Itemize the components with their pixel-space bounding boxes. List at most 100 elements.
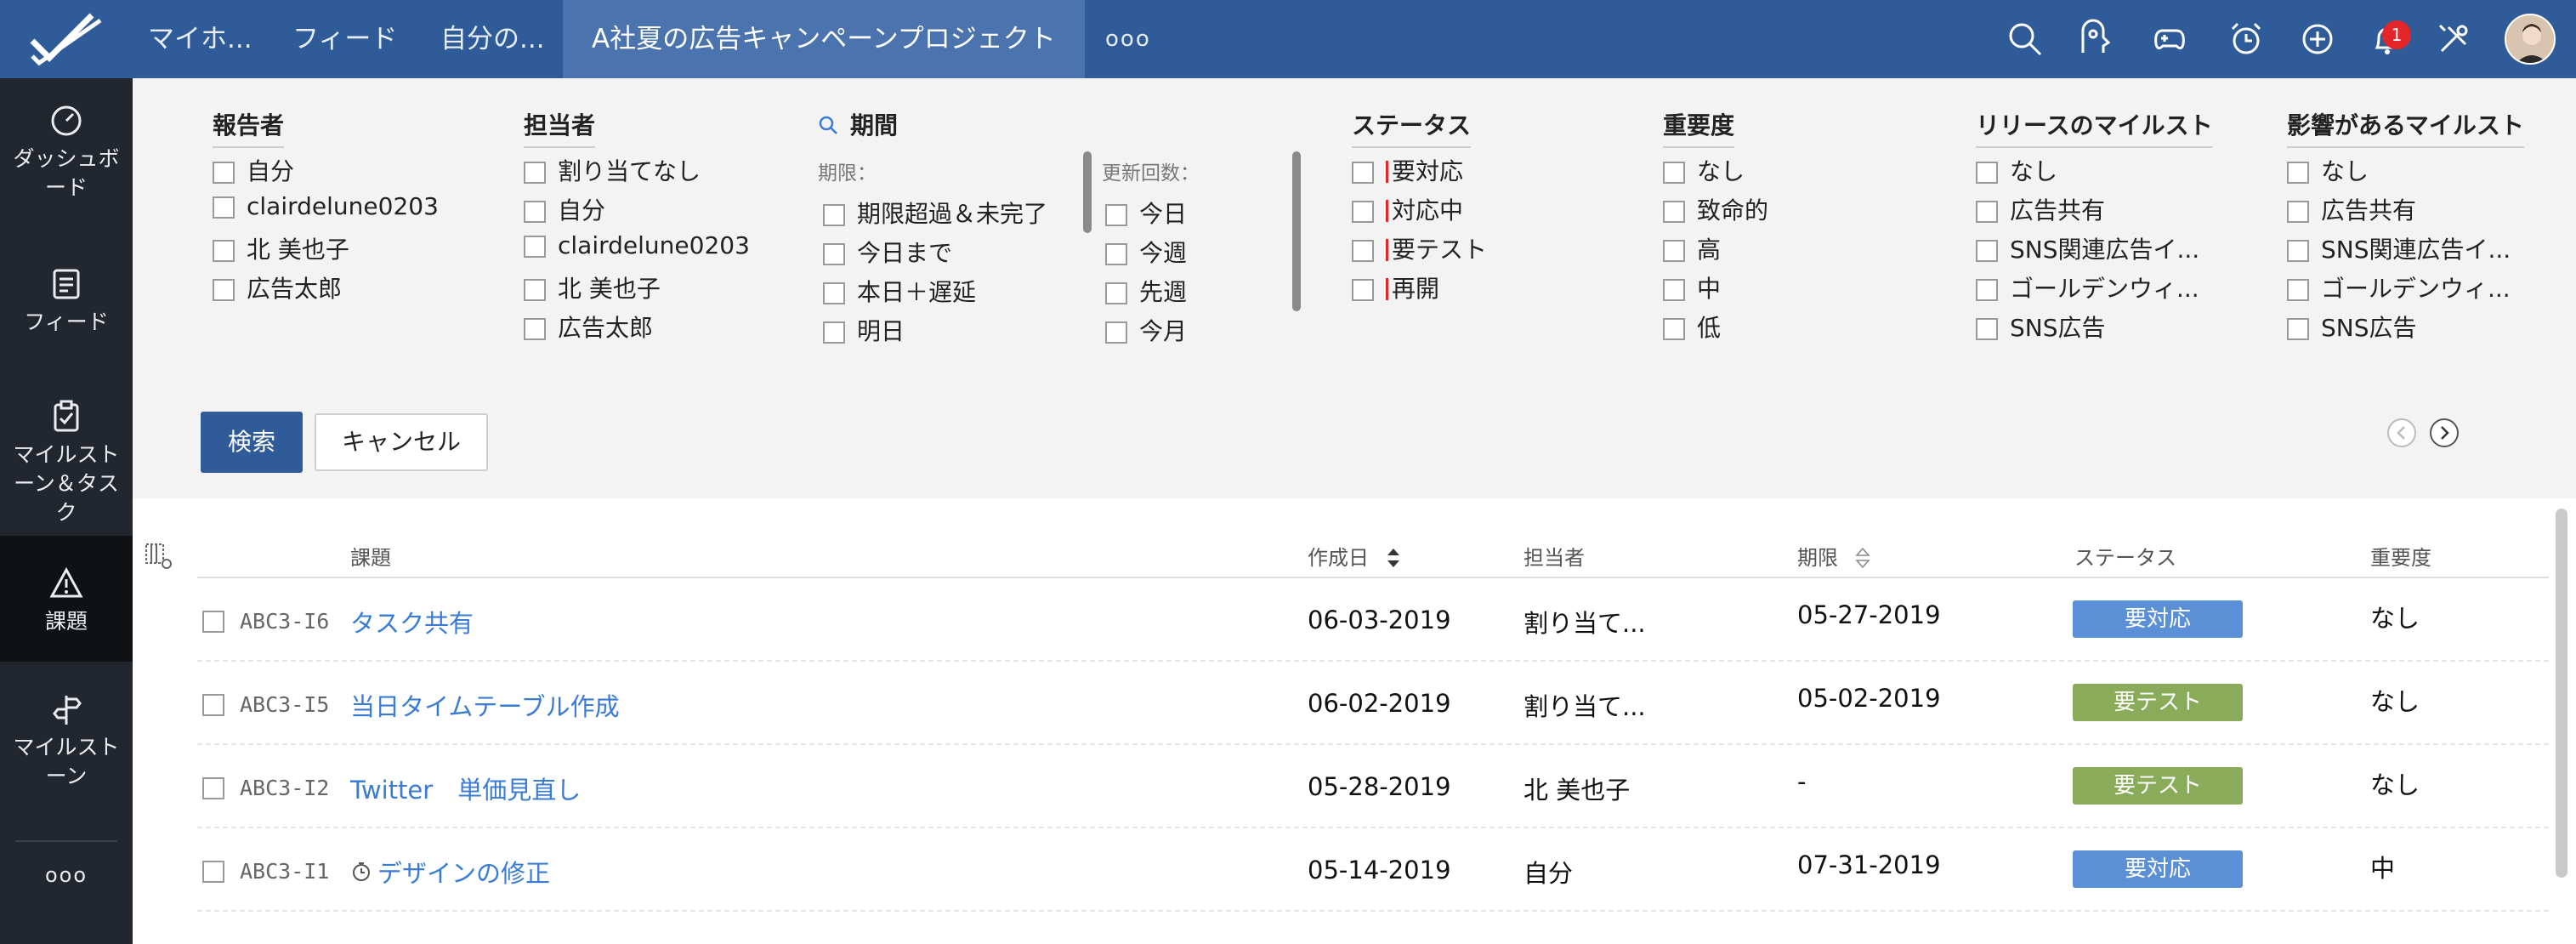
sidebar-item-milestones[interactable]: マイルストーン: [0, 692, 133, 837]
checkbox[interactable]: [1976, 162, 1998, 184]
filter-assignee-option[interactable]: clairdelune0203: [524, 231, 750, 259]
checkbox[interactable]: [1663, 279, 1685, 301]
issue-title-link[interactable]: デザインの修正: [377, 854, 550, 890]
assignee[interactable]: 自分: [1523, 854, 1573, 890]
checkbox[interactable]: [1352, 201, 1374, 223]
checkbox[interactable]: [823, 204, 845, 226]
prev-page-button[interactable]: [2387, 418, 2416, 447]
status-badge[interactable]: 要対応: [2073, 600, 2243, 638]
update-option[interactable]: 今月: [1105, 313, 1187, 347]
checkbox[interactable]: [1663, 201, 1685, 223]
filter-status-option[interactable]: 再開: [1352, 270, 1439, 304]
cancel-button[interactable]: キャンセル: [315, 413, 488, 471]
filter-affected-milestone-option[interactable]: なし: [2287, 153, 2369, 187]
checkbox[interactable]: [1976, 279, 1998, 301]
due-date[interactable]: 05-27-2019: [1797, 600, 1941, 629]
column-settings-icon[interactable]: [145, 541, 173, 570]
due-date[interactable]: 07-31-2019: [1797, 850, 1941, 879]
checkbox[interactable]: [213, 162, 235, 184]
filter-reporter-option[interactable]: 北 美也子: [213, 231, 349, 265]
game-controller-icon[interactable]: [2149, 19, 2190, 60]
filter-affected-milestone-option[interactable]: SNS広告: [2287, 310, 2417, 344]
checkbox[interactable]: [1105, 321, 1127, 344]
filter-severity-option[interactable]: 致命的: [1663, 192, 1768, 226]
due-option[interactable]: 期限超過＆未完了: [823, 196, 1047, 230]
due-option[interactable]: 今日まで: [823, 235, 952, 269]
checkbox[interactable]: [1352, 240, 1374, 262]
filter-period-title[interactable]: 期間: [818, 107, 898, 146]
user-avatar[interactable]: [2505, 14, 2556, 65]
due-date[interactable]: -: [1797, 767, 1806, 796]
filter-release-milestone-option[interactable]: ゴールデンウィ...: [1976, 270, 2199, 304]
checkbox[interactable]: [1105, 243, 1127, 265]
filter-reporter-option[interactable]: 広告太郎: [213, 270, 342, 304]
checkbox[interactable]: [524, 162, 546, 184]
tab-feed[interactable]: フィード: [292, 0, 397, 78]
checkbox[interactable]: [524, 201, 546, 223]
update-option[interactable]: 今週: [1105, 235, 1187, 269]
filter-affected-milestone-option[interactable]: 広告共有: [2287, 192, 2416, 226]
update-option[interactable]: 今日: [1105, 196, 1187, 230]
checkbox[interactable]: [1352, 279, 1374, 301]
status-badge[interactable]: 要対応: [2073, 850, 2243, 888]
filter-severity-option[interactable]: 高: [1663, 231, 1721, 265]
filter-affected-milestone-option[interactable]: ゴールデンウィ...: [2287, 270, 2511, 304]
row-checkbox[interactable]: [202, 861, 224, 883]
checkbox[interactable]: [213, 279, 235, 301]
due-scrollbar[interactable]: [1083, 151, 1092, 233]
checkbox[interactable]: [2287, 279, 2309, 301]
filter-release-milestone-option[interactable]: 広告共有: [1976, 192, 2105, 226]
checkbox[interactable]: [1663, 162, 1685, 184]
severity[interactable]: 中: [2370, 849, 2395, 884]
row-checkbox[interactable]: [202, 611, 224, 633]
column-header-created[interactable]: 作成日: [1308, 541, 1403, 571]
filter-release-milestone-option[interactable]: SNS関連広告イ...: [1976, 231, 2199, 265]
row-checkbox[interactable]: [202, 777, 224, 799]
checkbox[interactable]: [823, 282, 845, 304]
assignee[interactable]: 北 美也子: [1523, 771, 1630, 806]
severity[interactable]: なし: [2370, 765, 2420, 801]
checkbox[interactable]: [1352, 162, 1374, 184]
filter-affected-milestone-option[interactable]: SNS関連広告イ...: [2287, 231, 2511, 265]
checkbox[interactable]: [1663, 318, 1685, 340]
search-icon[interactable]: [2005, 19, 2045, 60]
status-badge[interactable]: 要テスト: [2073, 767, 2243, 805]
filter-severity-option[interactable]: 中: [1663, 270, 1721, 304]
status-badge[interactable]: 要テスト: [2073, 684, 2243, 721]
due-date[interactable]: 05-02-2019: [1797, 684, 1941, 713]
filter-severity-option[interactable]: なし: [1663, 153, 1745, 187]
checkbox[interactable]: [2287, 201, 2309, 223]
feed-hand-icon[interactable]: [2074, 19, 2115, 60]
filter-severity-option[interactable]: 低: [1663, 310, 1721, 344]
tab-my-items[interactable]: 自分の...: [440, 0, 545, 78]
page-scrollbar[interactable]: [2556, 509, 2567, 878]
tab-my-home[interactable]: マイホ...: [148, 0, 252, 78]
sidebar-item-dashboard[interactable]: ダッシュボード: [0, 104, 133, 248]
filter-assignee-option[interactable]: 広告太郎: [524, 310, 653, 344]
column-header-due[interactable]: 期限: [1797, 541, 1872, 571]
filter-assignee-option[interactable]: 割り当てなし: [524, 153, 701, 187]
checkbox[interactable]: [524, 318, 546, 340]
row-checkbox[interactable]: [202, 694, 224, 716]
checkbox[interactable]: [823, 243, 845, 265]
checkbox[interactable]: [524, 236, 546, 258]
severity[interactable]: なし: [2370, 599, 2420, 634]
filter-reporter-option[interactable]: 自分: [213, 153, 294, 187]
checkbox[interactable]: [1105, 204, 1127, 226]
filter-release-milestone-option[interactable]: SNS広告: [1976, 310, 2106, 344]
checkbox[interactable]: [1663, 240, 1685, 262]
issue-title-link[interactable]: タスク共有: [350, 604, 474, 640]
checkbox[interactable]: [524, 279, 546, 301]
alarm-clock-icon[interactable]: [2226, 19, 2267, 60]
issue-title-link[interactable]: Twitter 単価見直し: [350, 771, 581, 806]
checkbox[interactable]: [213, 240, 235, 262]
update-option[interactable]: 先週: [1105, 274, 1187, 308]
assignee[interactable]: 割り当て...: [1523, 687, 1646, 723]
sidebar-item-issues[interactable]: 課題: [0, 536, 133, 662]
assignee[interactable]: 割り当て...: [1523, 604, 1646, 640]
update-scrollbar[interactable]: [1292, 151, 1301, 311]
app-logo-icon[interactable]: [24, 9, 109, 70]
tab-more[interactable]: ooo: [1105, 0, 1151, 78]
search-button[interactable]: 検索: [201, 412, 303, 473]
sidebar-item-milestones-tasks[interactable]: マイルストーン＆タスク: [0, 400, 133, 544]
